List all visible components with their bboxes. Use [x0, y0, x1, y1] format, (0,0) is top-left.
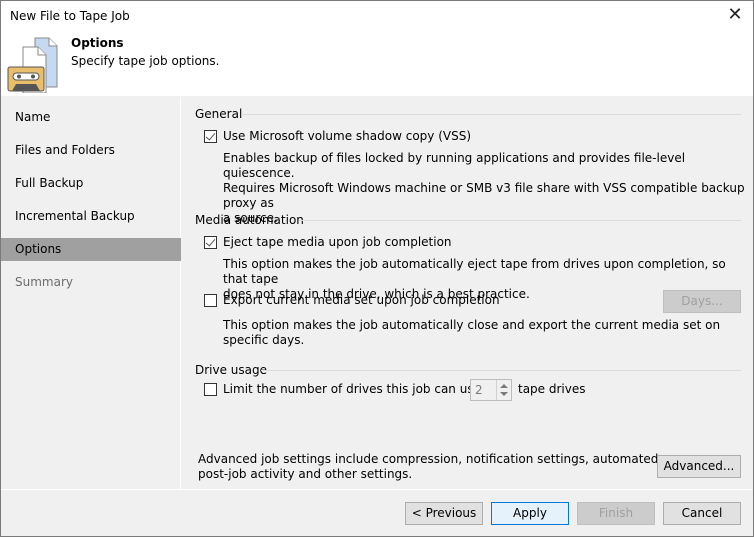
step-incremental-backup[interactable]: Incremental Backup	[1, 205, 181, 228]
export-label[interactable]: Export current media set upon job comple…	[223, 293, 500, 307]
stepper-up-icon	[500, 384, 508, 388]
title-bar: New File to Tape Job ✕	[1, 1, 753, 33]
drive-group-label: Drive usage	[195, 363, 268, 377]
media-group-label: Media automation	[195, 213, 304, 227]
wizard-steps: Name Files and Folders Full Backup Incre…	[1, 97, 181, 489]
footer-divider	[1, 489, 753, 490]
step-summary: Summary	[15, 275, 73, 289]
vss-label[interactable]: Use Microsoft volume shadow copy (VSS)	[223, 129, 471, 143]
vss-desc-line: Requires Microsoft Windows machine or SM…	[223, 181, 745, 210]
eject-label[interactable]: Eject tape media upon job completion	[223, 235, 452, 249]
advanced-description: Advanced job settings include compressio…	[198, 452, 658, 482]
close-icon[interactable]: ✕	[725, 6, 745, 26]
step-name[interactable]: Name	[1, 106, 181, 129]
finish-button: Finish	[577, 502, 655, 525]
general-divider	[241, 114, 741, 115]
general-group-label: General	[195, 107, 243, 121]
tape-drives-suffix: tape drives	[518, 382, 586, 396]
step-files-and-folders[interactable]: Files and Folders	[1, 139, 181, 162]
step-full-backup[interactable]: Full Backup	[1, 172, 181, 195]
wizard-window: New File to Tape Job ✕ Options Specify t…	[0, 0, 754, 537]
export-description: This option makes the job automatically …	[223, 318, 721, 347]
advanced-desc-line: Advanced job settings include compressio…	[198, 452, 659, 466]
tape-files-icon	[7, 37, 58, 93]
days-button: Days...	[663, 290, 741, 313]
stepper-arrows	[496, 380, 511, 400]
eject-desc-line: This option makes the job automatically …	[223, 257, 726, 286]
drive-count-stepper: 2	[470, 379, 512, 401]
advanced-desc-line: post-job activity and other settings.	[198, 467, 413, 481]
drive-count-value: 2	[475, 383, 483, 397]
apply-button[interactable]: Apply	[491, 502, 569, 525]
limit-drives-checkbox[interactable]	[204, 383, 217, 396]
stepper-down-icon	[500, 392, 508, 396]
media-divider	[299, 220, 741, 221]
previous-button[interactable]: < Previous	[405, 502, 483, 525]
vss-checkbox[interactable]	[204, 130, 217, 143]
vss-desc-line: Enables backup of files locked by runnin…	[223, 151, 686, 180]
eject-checkbox[interactable]	[204, 236, 217, 249]
wizard-header: Options Specify tape job options.	[1, 33, 753, 96]
limit-drives-label[interactable]: Limit the number of drives this job can …	[223, 382, 501, 396]
drive-divider	[261, 370, 741, 371]
page-subtitle: Specify tape job options.	[71, 54, 220, 68]
page-title: Options	[71, 36, 124, 50]
advanced-button[interactable]: Advanced...	[657, 455, 741, 478]
cancel-button[interactable]: Cancel	[663, 502, 741, 525]
window-title: New File to Tape Job	[10, 9, 130, 23]
export-checkbox[interactable]	[204, 294, 217, 307]
step-options[interactable]: Options	[1, 238, 181, 261]
